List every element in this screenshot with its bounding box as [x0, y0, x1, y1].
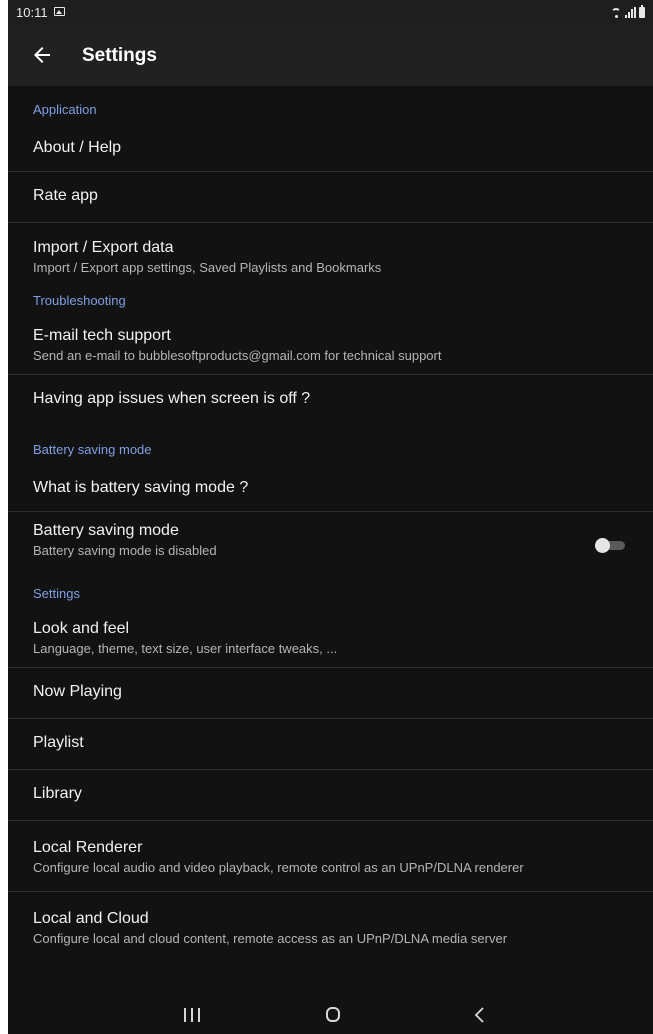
back-arrow-icon[interactable] [30, 43, 54, 67]
setting-title: Local Renderer [33, 839, 143, 856]
setting-subtitle: Configure local and cloud content, remot… [33, 931, 508, 946]
setting-title: Having app issues when screen is off ? [33, 390, 311, 407]
home-icon[interactable] [326, 1007, 340, 1022]
setting-import-export[interactable]: Import / Export data Import / Export app… [8, 223, 653, 277]
battery-saving-toggle[interactable] [595, 538, 625, 553]
wifi-icon [610, 6, 622, 18]
setting-title: Local and Cloud [33, 910, 149, 927]
gallery-notification-icon [54, 7, 65, 16]
setting-title: Look and feel [33, 620, 130, 637]
section-header-troubleshooting: Troubleshooting [33, 293, 126, 308]
section-header-application: Application [33, 102, 97, 117]
setting-email-support[interactable]: E-mail tech support Send an e-mail to bu… [8, 317, 653, 375]
setting-title: Now Playing [33, 683, 122, 700]
setting-title: Battery saving mode [33, 522, 179, 539]
page-title: Settings [82, 45, 157, 66]
app-bar: Settings [8, 24, 653, 86]
setting-subtitle: Configure local audio and video playback… [33, 860, 524, 875]
settings-list: Application About / Help Rate app Import… [8, 86, 653, 954]
setting-battery-saving-mode[interactable]: Battery saving mode Battery saving mode … [8, 512, 653, 570]
system-nav-bar [8, 998, 653, 1034]
setting-local-renderer[interactable]: Local Renderer Configure local audio and… [8, 821, 653, 892]
setting-title: Rate app [33, 187, 98, 204]
setting-rate-app[interactable]: Rate app [8, 172, 653, 223]
setting-title: About / Help [33, 139, 122, 156]
setting-subtitle: Battery saving mode is disabled [33, 543, 217, 558]
setting-now-playing[interactable]: Now Playing [8, 668, 653, 719]
setting-title: What is battery saving mode ? [33, 479, 249, 496]
setting-what-is-battery-saving[interactable]: What is battery saving mode ? [8, 466, 653, 512]
chevron-left-icon[interactable] [473, 1006, 487, 1024]
section-header-battery: Battery saving mode [33, 442, 152, 457]
setting-about-help[interactable]: About / Help [8, 126, 653, 172]
setting-local-and-cloud[interactable]: Local and Cloud Configure local and clou… [8, 892, 653, 954]
screen: 10:11 Settings Application About / Help … [8, 0, 653, 1034]
setting-title: Playlist [33, 734, 84, 751]
setting-subtitle: Language, theme, text size, user interfa… [33, 641, 338, 656]
setting-library[interactable]: Library [8, 770, 653, 821]
setting-screen-off-issues[interactable]: Having app issues when screen is off ? [8, 375, 653, 426]
setting-title: E-mail tech support [33, 327, 171, 344]
setting-title: Import / Export data [33, 239, 174, 256]
setting-title: Library [33, 785, 82, 802]
recent-apps-icon[interactable] [184, 1008, 200, 1022]
setting-playlist[interactable]: Playlist [8, 719, 653, 770]
status-icons [610, 4, 645, 18]
section-header-settings: Settings [33, 586, 80, 601]
status-time: 10:11 [16, 5, 48, 20]
battery-icon [639, 5, 645, 18]
setting-look-and-feel[interactable]: Look and feel Language, theme, text size… [8, 610, 653, 668]
signal-icon [625, 7, 636, 18]
setting-subtitle: Import / Export app settings, Saved Play… [33, 260, 382, 275]
toggle-thumb [595, 538, 610, 553]
setting-subtitle: Send an e-mail to bubblesoftproducts@gma… [33, 348, 442, 363]
status-bar: 10:11 [8, 0, 653, 24]
